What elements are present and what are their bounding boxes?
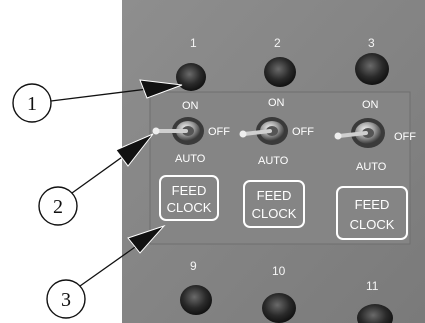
indicator-lamp-2 — [264, 57, 296, 87]
switch-auto-label-1: AUTO — [175, 153, 206, 165]
switch-off-label-3: OFF — [394, 131, 416, 143]
lamp-number-11: 11 — [366, 279, 379, 293]
svg-text:CLOCK: CLOCK — [252, 206, 297, 221]
switch-on-label-1: ON — [182, 100, 199, 112]
svg-text:FEED: FEED — [257, 188, 292, 203]
svg-text:CLOCK: CLOCK — [350, 217, 395, 232]
svg-text:2: 2 — [53, 196, 63, 218]
lamp-number-1: 1 — [190, 36, 197, 50]
svg-text:CLOCK: CLOCK — [167, 200, 212, 215]
indicator-lamp-1 — [176, 63, 206, 91]
indicator-lamp-9 — [180, 285, 212, 315]
switch-on-label-3: ON — [362, 99, 379, 111]
svg-text:3: 3 — [61, 289, 71, 311]
switch-auto-label-2: AUTO — [258, 155, 289, 167]
svg-text:FEED: FEED — [172, 183, 207, 198]
photo-scene: 1 2 3 ON ON ON OFF AUTO OFF AUTO OFF AUT… — [12, 0, 425, 323]
lamp-number-2: 2 — [274, 36, 281, 50]
indicator-lamp-3 — [355, 53, 389, 85]
switch-off-label-2: OFF — [292, 126, 314, 138]
lamp-number-9: 9 — [190, 259, 197, 273]
indicator-lamp-10 — [262, 293, 296, 323]
lamp-number-10: 10 — [272, 264, 286, 278]
switch-on-label-2: ON — [268, 97, 285, 109]
lamp-number-3: 3 — [368, 36, 375, 50]
svg-text:FEED: FEED — [355, 197, 390, 212]
svg-text:1: 1 — [27, 93, 37, 115]
switch-off-label-1: OFF — [208, 126, 230, 138]
switch-auto-label-3: AUTO — [356, 161, 387, 173]
